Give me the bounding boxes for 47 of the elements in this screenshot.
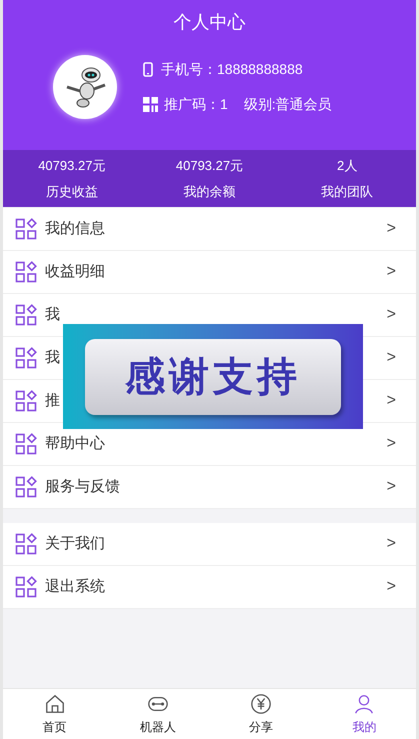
menu-label[interactable]: 我 bbox=[45, 346, 60, 370]
menu-label[interactable]: 服务与反馈 bbox=[45, 476, 120, 498]
chevron-text[interactable]: > bbox=[386, 475, 396, 499]
grid-icon bbox=[15, 347, 37, 369]
chevron-text[interactable]: > bbox=[386, 575, 396, 599]
phone-icon bbox=[143, 62, 153, 77]
chevron-text[interactable]: > bbox=[386, 217, 396, 241]
grid-icon bbox=[15, 476, 37, 498]
menu-label[interactable]: 我 bbox=[45, 304, 60, 326]
invite-code: 推广码：1 bbox=[164, 95, 228, 114]
menu-label[interactable]: 帮助中心 bbox=[45, 432, 105, 456]
yen-icon bbox=[250, 692, 272, 714]
chevron-text[interactable]: > bbox=[386, 303, 396, 327]
chevron-text[interactable]: > bbox=[386, 389, 396, 413]
chevron-text[interactable]: > bbox=[386, 260, 396, 284]
stat-value: 40793.27元 bbox=[176, 157, 244, 175]
member-level: 级别:普通会员 bbox=[244, 95, 332, 114]
tab-item[interactable]: 机器人 bbox=[106, 689, 210, 739]
menu-label[interactable]: 收益明细 bbox=[45, 260, 105, 284]
stat-label: 我的余额 bbox=[183, 182, 236, 200]
person-icon bbox=[353, 692, 376, 714]
menu-label[interactable]: 关于我们 bbox=[45, 532, 105, 556]
grid-icon bbox=[15, 390, 37, 412]
grid-icon bbox=[15, 304, 37, 326]
home-icon bbox=[44, 692, 66, 714]
menu-label[interactable]: 退出系统 bbox=[45, 576, 105, 598]
stat-value: 2人 bbox=[337, 157, 358, 175]
grid-icon bbox=[15, 533, 37, 555]
qr-icon bbox=[143, 97, 158, 112]
tab-item[interactable]: 首页 bbox=[3, 689, 106, 739]
grid-icon bbox=[15, 218, 37, 240]
tab-item[interactable]: 我的 bbox=[312, 689, 416, 739]
page-title: 个人中心 bbox=[174, 11, 246, 34]
banner-text: 感谢支持 bbox=[125, 354, 301, 400]
chevron-text[interactable]: > bbox=[386, 432, 396, 456]
menu-label[interactable]: 我的信息 bbox=[45, 218, 105, 240]
grid-icon bbox=[15, 433, 37, 455]
grid-icon bbox=[15, 576, 37, 598]
chevron-text[interactable]: > bbox=[386, 532, 396, 556]
stat-label: 我的团队 bbox=[321, 182, 374, 200]
phone-number: 手机号：18888888888 bbox=[161, 60, 303, 79]
stat-label: 历史收益 bbox=[46, 182, 98, 200]
grid-icon bbox=[15, 261, 37, 283]
menu-label[interactable]: 推 bbox=[45, 390, 60, 412]
tab-item[interactable]: 分享 bbox=[210, 689, 313, 739]
chevron-text[interactable]: > bbox=[386, 346, 396, 370]
stat-value: 40793.27元 bbox=[38, 157, 106, 175]
